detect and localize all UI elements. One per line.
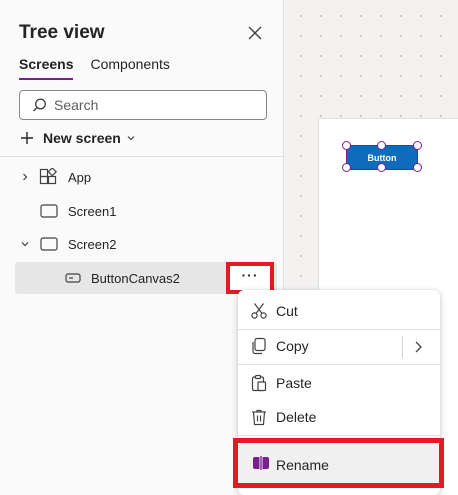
- resize-handle[interactable]: [413, 141, 422, 150]
- screen-icon: [40, 237, 58, 251]
- menu-item-label: Cut: [276, 303, 298, 319]
- menu-item-label: Rename: [276, 457, 329, 473]
- menu-item-label: Delete: [276, 409, 317, 425]
- close-icon: [248, 26, 262, 40]
- menu-item-copy[interactable]: Copy: [238, 330, 440, 362]
- resize-handle[interactable]: [377, 141, 386, 150]
- close-button[interactable]: [246, 24, 264, 42]
- button-control-icon: [65, 273, 81, 283]
- submenu-divider: [402, 336, 403, 358]
- search-input[interactable]: [54, 95, 259, 115]
- tree-item-screen2[interactable]: Screen2: [0, 230, 284, 258]
- copy-icon: [252, 337, 266, 355]
- new-screen-label: New screen: [43, 130, 121, 146]
- menu-item-label: Copy: [276, 338, 309, 354]
- tree-item-label: ButtonCanvas2: [91, 270, 180, 286]
- menu-separator: [238, 435, 440, 436]
- app-icon: [39, 168, 57, 185]
- search-box[interactable]: [19, 90, 267, 120]
- tree-item-label: Screen2: [68, 236, 117, 252]
- menu-separator: [238, 364, 440, 365]
- tree-item-label: Screen1: [68, 203, 117, 219]
- chevron-right-icon[interactable]: [412, 340, 424, 354]
- chevron-down-icon[interactable]: [20, 239, 30, 249]
- panel-title: Tree view: [19, 22, 105, 43]
- tree-item-screen1[interactable]: Screen1: [0, 197, 284, 225]
- resize-handle[interactable]: [342, 141, 351, 150]
- paste-icon: [251, 374, 267, 392]
- search-icon: [33, 98, 46, 112]
- scissors-icon: [251, 303, 267, 319]
- tree-item-label: App: [68, 169, 92, 185]
- tab-components[interactable]: Components: [90, 56, 169, 80]
- trash-icon: [252, 409, 266, 426]
- new-screen-button[interactable]: New screen: [20, 128, 136, 148]
- tree-item-app[interactable]: App: [0, 163, 284, 191]
- ellipsis-icon: ···: [241, 267, 259, 283]
- chevron-down-icon: [127, 136, 135, 141]
- rename-icon: [253, 455, 269, 471]
- menu-item-label: Paste: [276, 375, 312, 391]
- resize-handle[interactable]: [377, 163, 386, 172]
- tab-screens[interactable]: Screens: [19, 56, 74, 80]
- resize-handle[interactable]: [413, 163, 422, 172]
- screen-icon: [40, 204, 58, 218]
- resize-handle[interactable]: [342, 163, 351, 172]
- plus-icon: [21, 132, 33, 144]
- chevron-right-icon[interactable]: [20, 172, 30, 182]
- panel-divider: [0, 156, 284, 157]
- tab-strip: Screens Components: [19, 56, 187, 80]
- menu-item-paste[interactable]: Paste: [238, 367, 440, 399]
- menu-item-cut[interactable]: Cut: [238, 295, 440, 327]
- menu-item-delete[interactable]: Delete: [238, 401, 440, 433]
- menu-item-rename[interactable]: Rename: [233, 438, 444, 488]
